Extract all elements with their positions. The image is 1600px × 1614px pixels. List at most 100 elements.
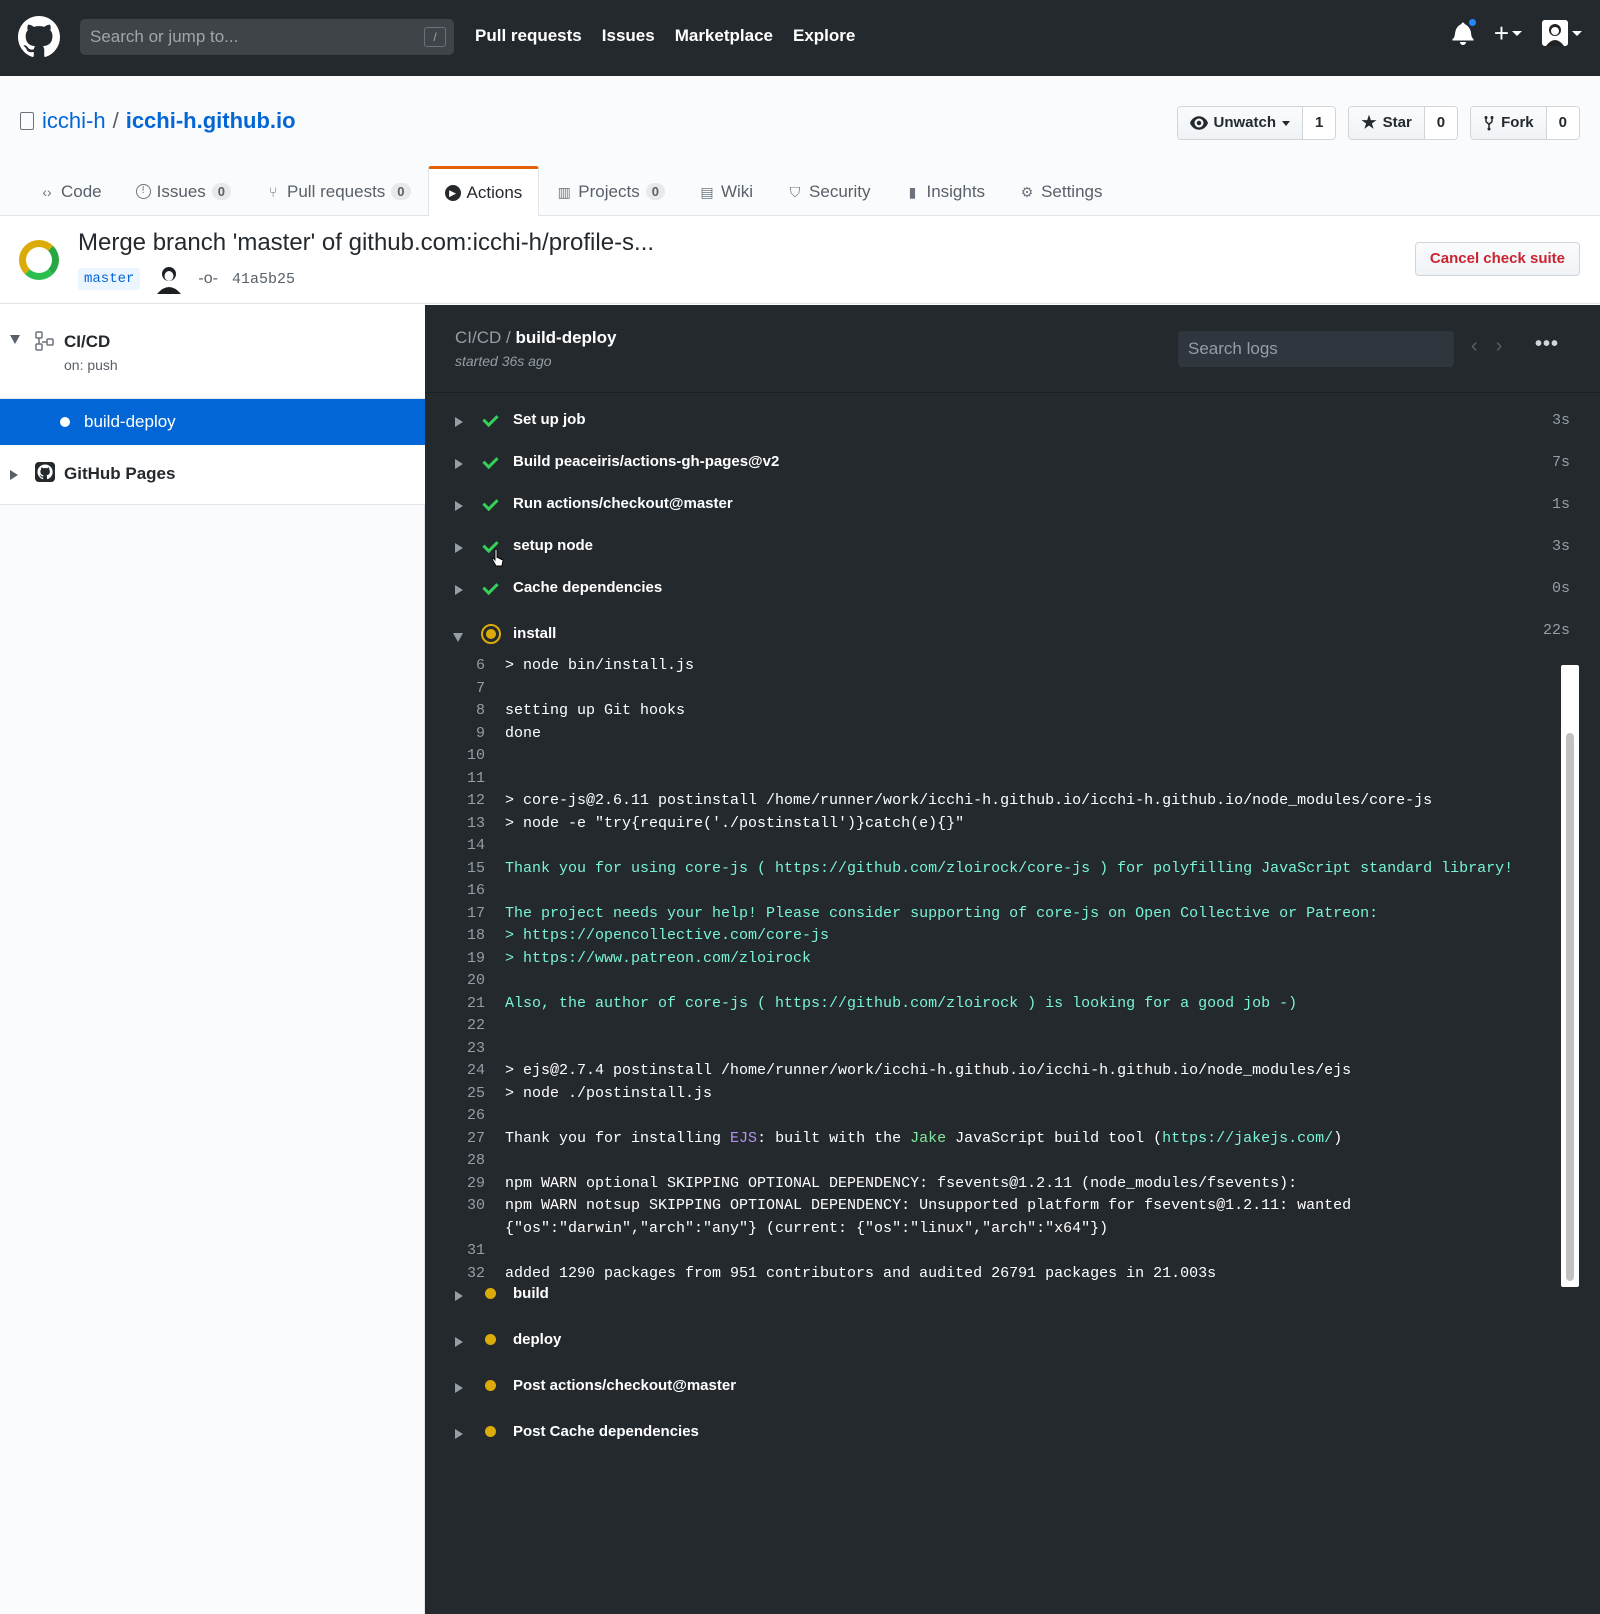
- global-search-input[interactable]: Search or jump to... /: [80, 19, 454, 55]
- chevron-down-icon[interactable]: [10, 335, 20, 344]
- fork-count[interactable]: 0: [1545, 107, 1579, 139]
- line-number[interactable]: 16: [425, 880, 505, 903]
- step-set-up-job[interactable]: Set up job 3s: [425, 401, 1600, 441]
- branch-label[interactable]: master: [78, 268, 141, 290]
- repo-owner-link[interactable]: icchi-h: [42, 108, 106, 134]
- unread-dot: [1466, 17, 1478, 28]
- step-post-checkout[interactable]: Post actions/checkout@master: [425, 1367, 1600, 1407]
- line-number[interactable]: 26: [425, 1105, 505, 1128]
- line-text: The project needs your help! Please cons…: [505, 904, 1379, 922]
- more-options-icon[interactable]: •••: [1535, 333, 1559, 356]
- line-number[interactable]: 10: [425, 745, 505, 768]
- star-count[interactable]: 0: [1423, 107, 1458, 139]
- watch-count[interactable]: 1: [1302, 107, 1336, 139]
- chevron-right-icon: [455, 1337, 463, 1347]
- repo-actions: Unwatch 1 ★ Star 0 Fork 0: [1176, 106, 1580, 140]
- line-text-segment[interactable]: https://jakejs.com/: [1162, 1130, 1333, 1147]
- chevron-right-icon[interactable]: ›: [1496, 335, 1503, 358]
- line-number[interactable]: 13: [425, 813, 505, 836]
- tab-label: Issues: [156, 181, 206, 201]
- line-number[interactable]: 19: [425, 948, 505, 971]
- line-number[interactable]: 7: [425, 678, 505, 701]
- tab-settings[interactable]: ⚙ Settings: [1002, 166, 1119, 216]
- line-text: > https://opencollective.com/core-js: [505, 927, 830, 944]
- search-logs-input[interactable]: Search logs: [1178, 331, 1454, 367]
- line-number[interactable]: 28: [425, 1150, 505, 1173]
- line-number[interactable]: 6: [425, 655, 505, 678]
- fork-button[interactable]: Fork: [1471, 107, 1546, 139]
- issue-icon: !: [135, 184, 151, 199]
- line-number[interactable]: 14: [425, 835, 505, 858]
- step-cache-dependencies[interactable]: Cache dependencies 0s: [425, 569, 1600, 609]
- tab-issues[interactable]: ! Issues 0: [119, 166, 248, 216]
- unwatch-button[interactable]: Unwatch: [1177, 107, 1303, 139]
- line-number[interactable]: 20: [425, 970, 505, 993]
- notifications-bell-icon[interactable]: [1452, 17, 1478, 45]
- tab-projects[interactable]: ▥ Projects 0: [539, 166, 682, 216]
- log-line: 9 done: [425, 723, 1565, 746]
- log-line: 25 > node ./postinstall.js: [425, 1083, 1565, 1106]
- step-build[interactable]: build: [425, 1275, 1600, 1315]
- line-number[interactable]: 17: [425, 903, 505, 926]
- line-text: [505, 678, 1565, 701]
- line-number[interactable]: 30: [425, 1195, 505, 1240]
- nav-issues[interactable]: Issues: [602, 26, 655, 46]
- tab-insights[interactable]: ▮ Insights: [887, 166, 1002, 216]
- line-number[interactable]: 21: [425, 993, 505, 1016]
- line-number[interactable]: 31: [425, 1240, 505, 1263]
- step-post-cache[interactable]: Post Cache dependencies: [425, 1413, 1600, 1453]
- chevron-right-icon: [455, 417, 463, 427]
- log-scrollbar[interactable]: [1561, 665, 1579, 1287]
- nav-marketplace[interactable]: Marketplace: [675, 26, 773, 46]
- pull-requests-counter: 0: [391, 183, 411, 200]
- shield-icon: ⛉: [789, 183, 801, 200]
- line-number[interactable]: 18: [425, 925, 505, 948]
- step-install[interactable]: install 22s: [425, 615, 1600, 655]
- create-new-menu[interactable]: +: [1494, 20, 1522, 46]
- check-icon: [482, 411, 500, 429]
- log-line: 11: [425, 768, 1565, 791]
- star-button[interactable]: ★ Star: [1349, 107, 1424, 139]
- step-name: Run actions/checkout@master: [513, 495, 733, 512]
- repo-name-link[interactable]: icchi-h.github.io: [126, 108, 296, 134]
- nav-pull-requests[interactable]: Pull requests: [475, 26, 582, 46]
- line-number[interactable]: 29: [425, 1173, 505, 1196]
- tab-label: Code: [61, 181, 102, 201]
- line-number[interactable]: 25: [425, 1083, 505, 1106]
- chevron-right-icon[interactable]: [10, 470, 18, 480]
- github-logo-icon[interactable]: [18, 16, 60, 58]
- tab-actions[interactable]: ▶ Actions: [427, 166, 540, 217]
- chevron-left-icon[interactable]: ‹: [1471, 335, 1478, 358]
- line-number[interactable]: 9: [425, 723, 505, 746]
- line-number[interactable]: 23: [425, 1038, 505, 1061]
- line-number[interactable]: 27: [425, 1128, 505, 1151]
- log-line: 8 setting up Git hooks: [425, 700, 1565, 723]
- tab-security[interactable]: ⛉ Security: [770, 166, 887, 216]
- tab-wiki[interactable]: ▤ Wiki: [682, 166, 770, 216]
- step-setup-node[interactable]: setup node 3s: [425, 527, 1600, 567]
- step-run-checkout[interactable]: Run actions/checkout@master 1s: [425, 485, 1600, 525]
- commit-sha[interactable]: 41a5b25: [232, 271, 295, 288]
- author-avatar[interactable]: [154, 264, 185, 294]
- step-deploy[interactable]: deploy: [425, 1321, 1600, 1361]
- book-icon: ▤: [700, 183, 714, 200]
- line-number[interactable]: 15: [425, 858, 505, 881]
- workflow-trigger: on: push: [64, 357, 118, 373]
- workflow-item-cicd[interactable]: CI/CD on: push: [0, 305, 425, 399]
- line-number[interactable]: 8: [425, 700, 505, 723]
- cancel-check-suite-button[interactable]: Cancel check suite: [1414, 242, 1580, 276]
- line-number[interactable]: 24: [425, 1060, 505, 1083]
- step-build-gh-pages[interactable]: Build peaceiris/actions-gh-pages@v2 7s: [425, 443, 1600, 483]
- tab-code[interactable]: ‹› Code: [22, 166, 119, 216]
- line-number[interactable]: 11: [425, 768, 505, 791]
- log-job: build-deploy: [515, 328, 617, 347]
- nav-explore[interactable]: Explore: [793, 26, 855, 46]
- job-item-build-deploy[interactable]: build-deploy: [0, 399, 425, 445]
- user-menu[interactable]: [1542, 20, 1582, 46]
- line-number[interactable]: 22: [425, 1015, 505, 1038]
- line-text-segment: : built with the: [757, 1129, 911, 1147]
- tab-pull-requests[interactable]: ⑂ Pull requests 0: [248, 166, 428, 216]
- line-number[interactable]: 12: [425, 790, 505, 813]
- scrollbar-thumb[interactable]: [1566, 733, 1574, 1281]
- workflow-item-github-pages[interactable]: GitHub Pages: [0, 445, 425, 505]
